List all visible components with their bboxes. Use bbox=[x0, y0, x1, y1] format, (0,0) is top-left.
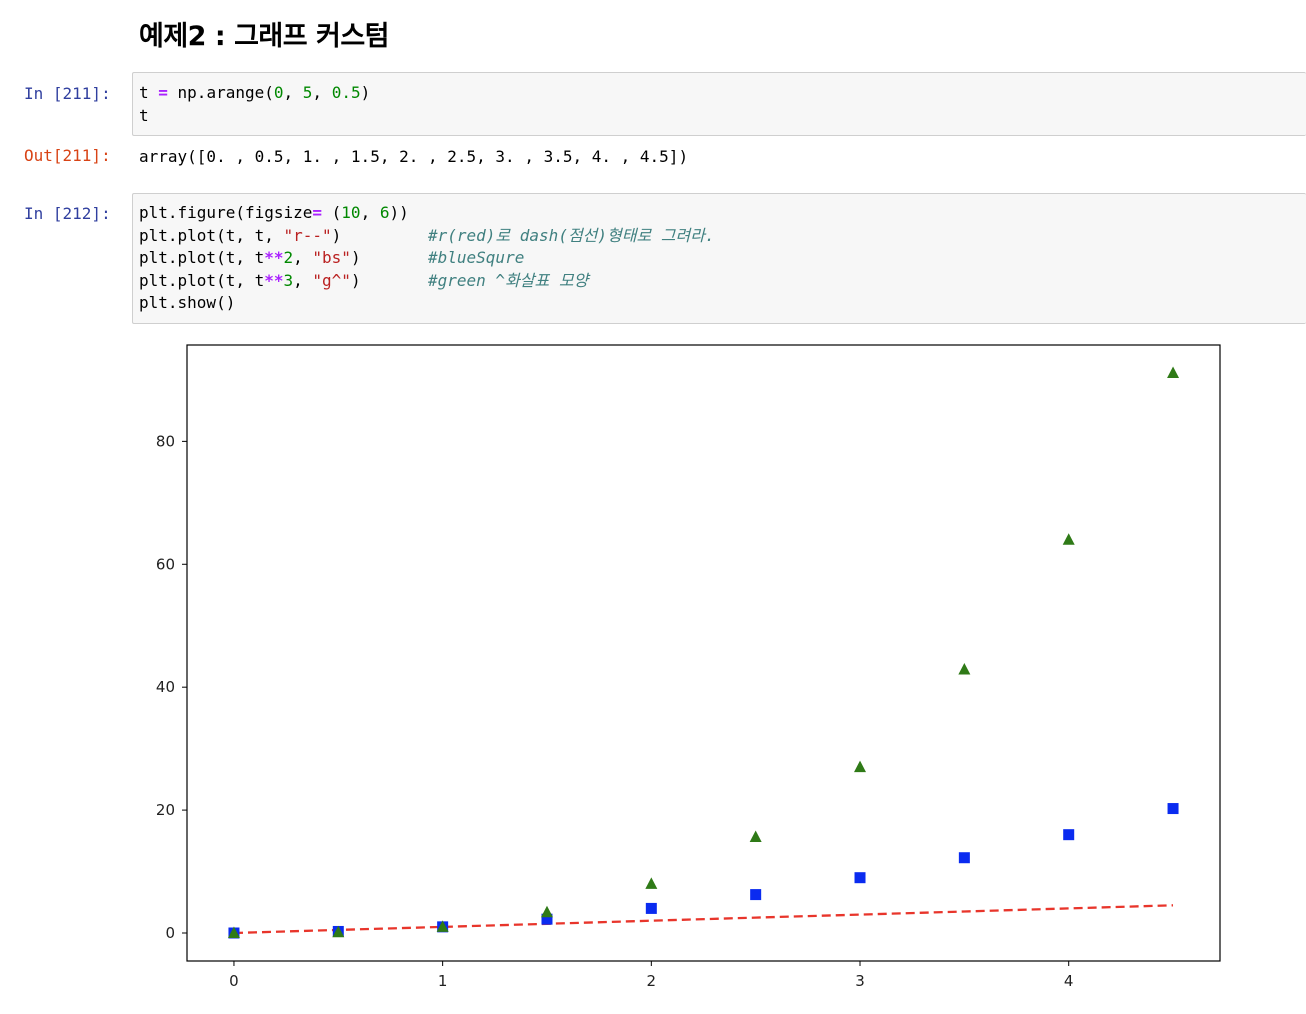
triangle-marker bbox=[854, 760, 867, 773]
cell-output-text: array([0. , 0.5, 1. , 1.5, 2. , 2.5, 3. … bbox=[139, 147, 689, 166]
triangle-marker bbox=[958, 663, 971, 675]
axes: 0 1 2 3 4020406080 bbox=[156, 432, 1074, 990]
plot-area bbox=[227, 366, 1180, 939]
code-editor-212[interactable]: plt.figure(figsize= (10, 6)) plt.plot(t,… bbox=[139, 202, 715, 315]
x-tick-label: 1 bbox=[438, 972, 448, 990]
y-tick-label: 80 bbox=[156, 432, 175, 450]
square-marker bbox=[958, 852, 970, 864]
y-tick-label: 40 bbox=[156, 678, 175, 696]
square-marker bbox=[854, 872, 866, 884]
x-tick-label: 0 bbox=[229, 972, 239, 990]
input-prompt-211: In [211]: bbox=[24, 84, 111, 103]
x-tick-label: 3 bbox=[855, 972, 865, 990]
square-marker bbox=[750, 889, 762, 901]
plot-frame bbox=[186, 344, 1221, 962]
square-marker bbox=[645, 902, 657, 914]
code-editor-211[interactable]: t = np.arange(0, 5, 0.5) t bbox=[139, 82, 370, 127]
x-tick-label: 4 bbox=[1064, 972, 1074, 990]
plot-output: 0 1 2 3 4020406080 bbox=[156, 344, 1221, 990]
x-tick-label: 2 bbox=[647, 972, 657, 990]
section-heading: 예제2 : 그래프 커스텀 bbox=[139, 21, 390, 52]
square-marker bbox=[1167, 803, 1179, 815]
square-marker bbox=[1063, 829, 1075, 841]
output-prompt-211: Out[211]: bbox=[24, 146, 111, 165]
series-line-0 bbox=[233, 904, 1174, 935]
triangle-marker bbox=[1062, 533, 1075, 545]
triangle-marker bbox=[645, 877, 658, 889]
triangle-marker bbox=[1167, 366, 1180, 378]
triangle-marker bbox=[749, 830, 762, 842]
y-tick-label: 0 bbox=[165, 924, 175, 942]
y-tick-label: 20 bbox=[156, 801, 175, 819]
input-prompt-212: In [212]: bbox=[24, 204, 111, 223]
triangle-marker bbox=[540, 905, 553, 918]
y-tick-label: 60 bbox=[156, 555, 175, 573]
